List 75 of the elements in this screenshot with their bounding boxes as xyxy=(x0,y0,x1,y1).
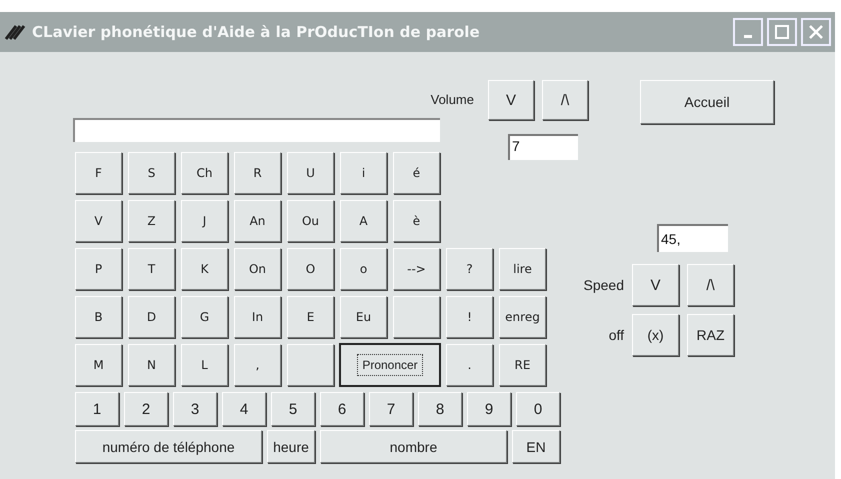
volume-button[interactable]: V xyxy=(488,80,534,120)
key-button[interactable]: --> xyxy=(393,248,440,290)
speed-field[interactable]: 45, xyxy=(657,224,728,252)
key-button[interactable]: RE xyxy=(499,344,546,386)
key-button[interactable]: U xyxy=(287,152,334,194)
key-button[interactable]: , xyxy=(234,344,281,386)
key-button[interactable]: é xyxy=(393,152,440,194)
key-button[interactable]: M xyxy=(75,344,122,386)
digit-key[interactable]: 7 xyxy=(369,392,413,426)
key-button[interactable]: Ch xyxy=(181,152,228,194)
key-button[interactable]: G xyxy=(181,296,228,338)
key-button[interactable]: L xyxy=(181,344,228,386)
maximize-icon xyxy=(775,25,789,39)
key-button[interactable]: In xyxy=(234,296,281,338)
digit-key[interactable]: 2 xyxy=(124,392,168,426)
key-button[interactable]: o xyxy=(340,248,387,290)
speed-button[interactable]: V xyxy=(632,264,679,306)
key-button[interactable]: è xyxy=(393,200,440,242)
key-button[interactable]: F xyxy=(75,152,122,194)
key-button[interactable]: . xyxy=(446,344,493,386)
blank-key[interactable] xyxy=(287,344,334,386)
key-button[interactable]: i xyxy=(340,152,387,194)
key-button[interactable]: enreg xyxy=(499,296,546,338)
key-button[interactable]: lire xyxy=(499,248,546,290)
digit-key[interactable]: 3 xyxy=(173,392,217,426)
speed-label: Speed xyxy=(582,276,624,295)
maximize-button[interactable] xyxy=(767,18,797,46)
volume-button[interactable]: /\ xyxy=(542,80,588,120)
digit-key[interactable]: 6 xyxy=(320,392,364,426)
key-button[interactable]: T xyxy=(128,248,175,290)
off-button[interactable]: (x) xyxy=(632,314,679,356)
key-button[interactable]: An xyxy=(234,200,281,242)
text-input[interactable] xyxy=(73,118,440,142)
minimize-icon xyxy=(744,34,752,38)
volume-field[interactable]: 7 xyxy=(508,134,578,160)
close-button[interactable] xyxy=(801,18,831,46)
key-button[interactable]: Prononcer xyxy=(340,344,440,386)
digit-key[interactable]: 1 xyxy=(75,392,119,426)
key-button[interactable]: Ou xyxy=(287,200,334,242)
key-button[interactable]: N xyxy=(128,344,175,386)
digit-key[interactable]: 0 xyxy=(516,392,560,426)
word-key[interactable]: nombre xyxy=(320,430,507,463)
blank-key[interactable] xyxy=(393,296,440,338)
key-button[interactable]: J xyxy=(181,200,228,242)
key-button[interactable]: B xyxy=(75,296,122,338)
off-button[interactable]: RAZ xyxy=(687,314,734,356)
key-button[interactable]: ! xyxy=(446,296,493,338)
speed-button[interactable]: /\ xyxy=(687,264,734,306)
word-key[interactable]: numéro de téléphone xyxy=(75,430,262,463)
minimize-button[interactable] xyxy=(733,18,763,46)
digit-key[interactable]: 4 xyxy=(222,392,266,426)
key-button[interactable]: V xyxy=(75,200,122,242)
off-label: off xyxy=(608,326,624,344)
key-button[interactable]: D xyxy=(128,296,175,338)
volume-label: Volume xyxy=(430,91,474,110)
word-key[interactable]: EN xyxy=(512,430,560,463)
close-icon xyxy=(809,25,823,39)
key-button[interactable]: Z xyxy=(128,200,175,242)
key-button[interactable]: A xyxy=(340,200,387,242)
key-button[interactable]: R xyxy=(234,152,281,194)
key-button[interactable]: K xyxy=(181,248,228,290)
pencils-icon xyxy=(4,23,26,41)
key-button[interactable]: E xyxy=(287,296,334,338)
window-title: CLavier phonétique d'Aide à la PrOducTIon de parole xyxy=(32,22,480,43)
key-button[interactable]: S xyxy=(128,152,175,194)
key-button[interactable]: O xyxy=(287,248,334,290)
home-button[interactable]: Accueil xyxy=(640,80,774,124)
digit-key[interactable]: 8 xyxy=(418,392,462,426)
key-button[interactable]: Eu xyxy=(340,296,387,338)
word-key[interactable]: heure xyxy=(267,430,315,463)
key-button[interactable]: P xyxy=(75,248,122,290)
key-button[interactable]: On xyxy=(234,248,281,290)
digit-key[interactable]: 9 xyxy=(467,392,511,426)
key-button[interactable]: ? xyxy=(446,248,493,290)
digit-key[interactable]: 5 xyxy=(271,392,315,426)
